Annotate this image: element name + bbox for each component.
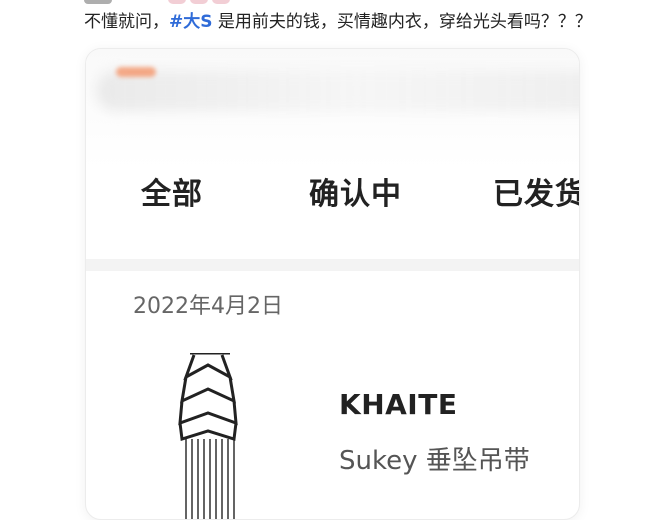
section-divider — [86, 259, 579, 271]
post-text-after: 是用前夫的钱，买情趣内衣，穿给光头看吗？？？ — [212, 12, 592, 32]
emoji-icon — [168, 0, 186, 4]
blurred-header — [86, 49, 579, 169]
cropped-username — [84, 0, 112, 4]
hashtag-link[interactable]: #大S — [169, 12, 213, 32]
tab-confirming[interactable]: 确认中 — [309, 169, 402, 213]
emoji-icon — [212, 0, 230, 4]
blurred-accent — [116, 67, 156, 77]
tab-shipped[interactable]: 已发货 — [493, 169, 579, 213]
tab-all[interactable]: 全部 — [141, 169, 203, 213]
order-screenshot-card[interactable]: 全部 确认中 已发货 2022年4月2日 KHAITE Sukey 垂坠吊带 — [85, 48, 580, 520]
cropped-previous-line — [0, 0, 660, 8]
order-tabs: 全部 确认中 已发货 — [86, 169, 579, 239]
blurred-content — [96, 71, 579, 111]
emoji-icon — [190, 0, 208, 4]
product-image[interactable] — [168, 353, 248, 520]
product-brand: KHAITE — [339, 388, 458, 421]
product-name: Sukey 垂坠吊带 — [339, 446, 530, 476]
post-text-before: 不懂就问， — [84, 12, 169, 32]
order-date: 2022年4月2日 — [133, 294, 283, 319]
post-text: 不懂就问，#大S 是用前夫的钱，买情趣内衣，穿给光头看吗？？？ — [84, 10, 592, 34]
